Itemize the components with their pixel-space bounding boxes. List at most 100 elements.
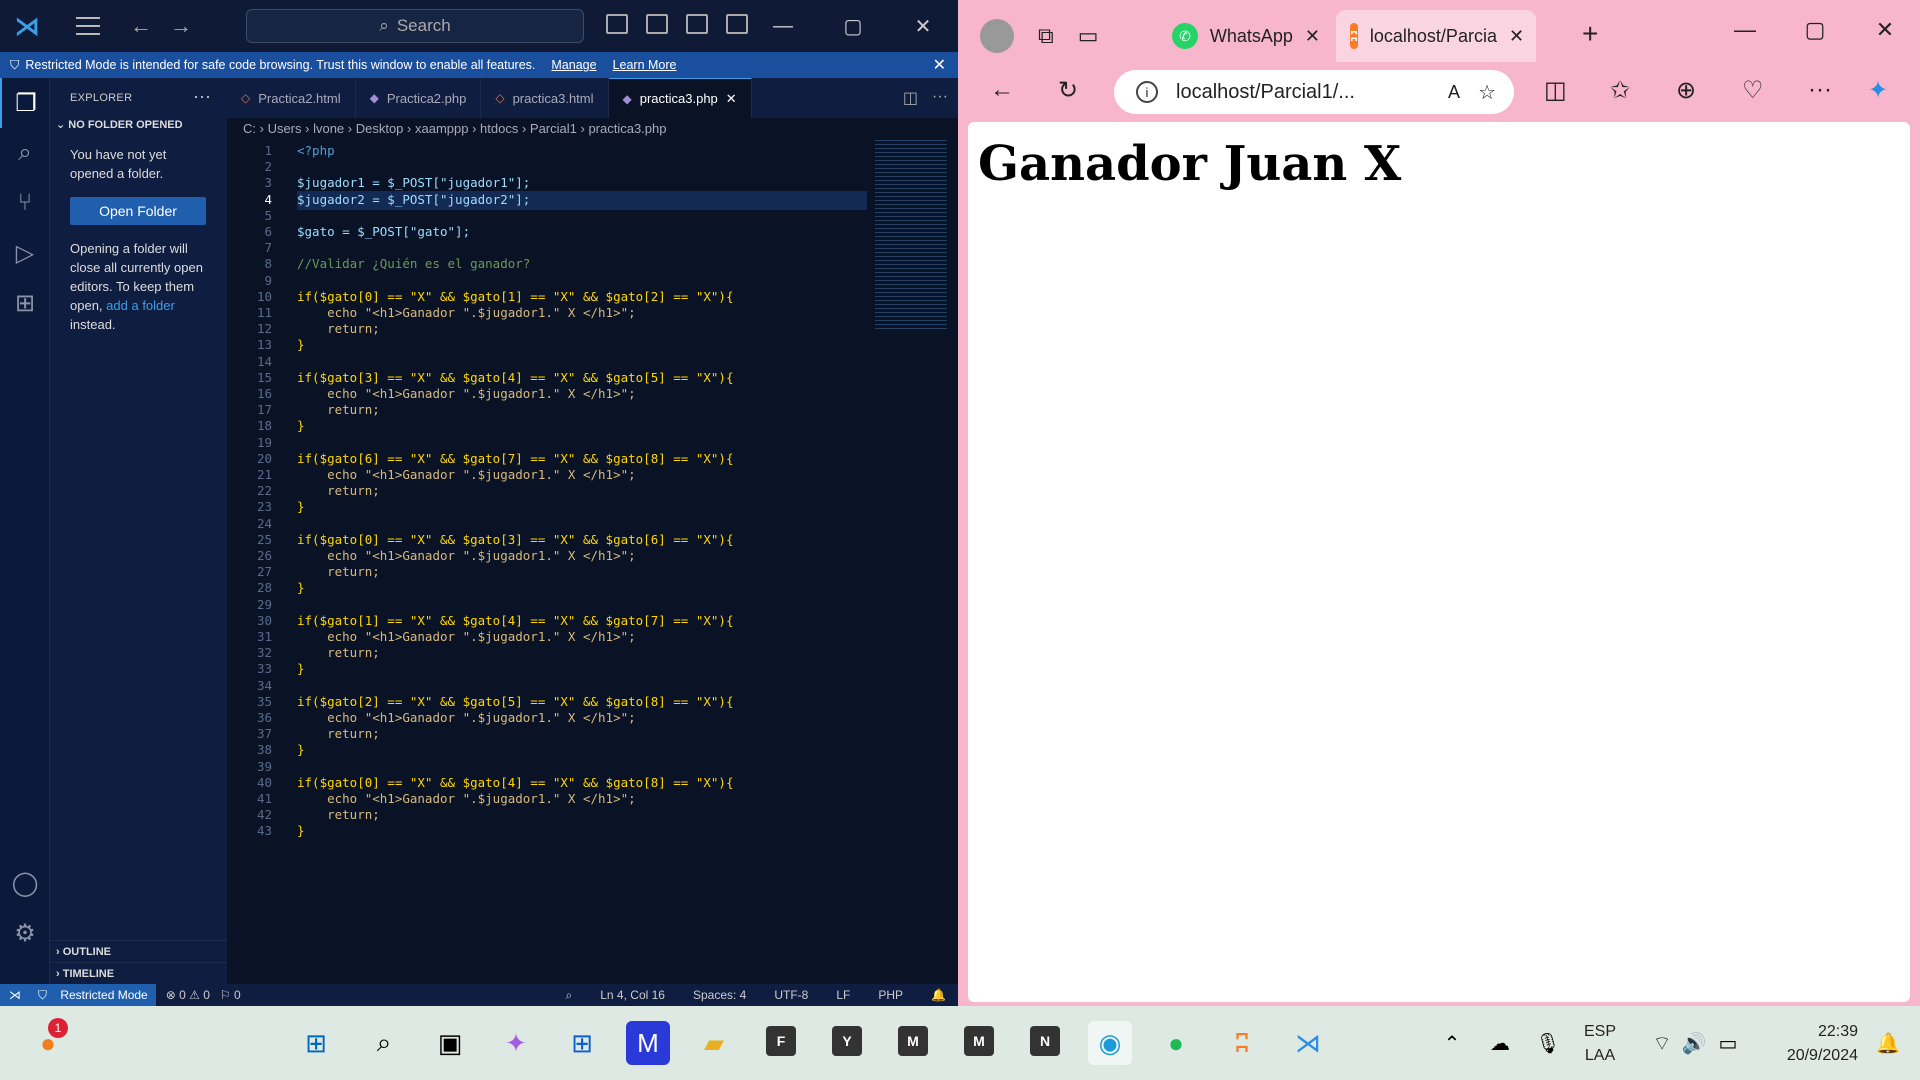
site-info-icon[interactable]: i <box>1136 81 1158 103</box>
xampp-icon[interactable]: ʭ <box>1220 1021 1264 1065</box>
cursor-position[interactable]: Ln 4, Col 16 <box>600 988 665 1003</box>
spotify-icon[interactable]: ● <box>1154 1021 1198 1065</box>
command-search[interactable]: ⌕ Search <box>246 9 584 43</box>
code-editor[interactable]: 1 <?php 2 3 $jugador1 = $_POST["jugador1"]; 4… <box>227 140 867 984</box>
remote-icon[interactable]: ⋊ <box>0 984 30 1006</box>
notifications-bell-icon[interactable]: 🔔 <box>931 988 946 1003</box>
menu-icon[interactable] <box>76 17 100 35</box>
tab-actions-icon[interactable]: ▭ <box>1078 23 1099 49</box>
browser-essentials-icon[interactable]: ♡ <box>1742 76 1764 105</box>
back-arrow-icon[interactable]: ← <box>130 13 152 39</box>
more-actions-icon[interactable]: ··· <box>193 86 211 107</box>
new-tab-icon[interactable]: + <box>1582 18 1598 50</box>
explorer-icon[interactable]: ❐ <box>0 78 50 128</box>
toggle-secondary-sidebar-icon[interactable] <box>686 14 708 34</box>
favorites-icon[interactable]: ✩ <box>1610 76 1630 105</box>
app-m-icon[interactable]: M <box>898 1026 928 1056</box>
accounts-icon[interactable]: ◯ <box>0 858 50 908</box>
microphone-icon[interactable]: 🎙 <box>1526 1021 1570 1065</box>
toggle-sidebar-icon[interactable] <box>606 14 628 34</box>
add-folder-link[interactable]: add a folder <box>106 298 175 313</box>
refresh-icon[interactable]: ↻ <box>1058 76 1078 105</box>
timeline-section[interactable]: › TIMELINE <box>50 962 227 984</box>
zoom-icon[interactable]: ⌕ <box>566 988 573 1003</box>
app-y-icon[interactable]: Y <box>832 1026 862 1056</box>
close-tab-icon[interactable]: ✕ <box>1509 26 1524 47</box>
editor-tab-practica3-php[interactable]: ◆ practica3.php ✕ <box>608 78 752 118</box>
restricted-mode-status[interactable]: ⛉ Restricted Mode <box>30 984 156 1006</box>
maximize-button[interactable]: ▢ <box>1780 0 1850 60</box>
settings-gear-icon[interactable]: ⚙ <box>0 908 50 958</box>
workspaces-icon[interactable]: ⧉ <box>1038 23 1054 49</box>
toggle-panel-icon[interactable] <box>646 14 668 34</box>
clock[interactable]: 22:39 20/9/2024 <box>1787 1020 1858 1068</box>
outline-section[interactable]: › OUTLINE <box>50 940 227 962</box>
extensions-icon[interactable]: ⊞ <box>0 278 50 328</box>
indentation[interactable]: Spaces: 4 <box>693 988 746 1003</box>
breadcrumb-item[interactable]: htdocs <box>480 121 518 136</box>
breadcrumb-item[interactable]: lvone <box>313 121 344 136</box>
search-view-icon[interactable]: ⌕ <box>0 128 50 178</box>
encoding[interactable]: UTF-8 <box>774 988 808 1003</box>
forward-arrow-icon[interactable]: → <box>170 13 192 39</box>
close-banner-icon[interactable]: ✕ <box>933 55 946 75</box>
copilot-icon[interactable]: ✦ <box>1868 76 1888 105</box>
source-control-icon[interactable]: ⑂ <box>0 178 50 228</box>
collections-icon[interactable]: ⊕ <box>1676 76 1696 105</box>
problems-status[interactable]: ⊗ 0 ⚠ 0 <box>166 988 210 1002</box>
vscode-icon[interactable]: ⋊ <box>1286 1021 1330 1065</box>
show-hidden-icons[interactable]: ⌃ <box>1430 1021 1474 1065</box>
battery-icon[interactable]: ▭ <box>1706 1021 1750 1065</box>
editor-tab-practica3-html[interactable]: ◇ practica3.html <box>481 78 609 118</box>
tab-whatsapp[interactable]: ✆ WhatsApp ✕ <box>1158 10 1334 62</box>
split-editor-icon[interactable]: ◫ <box>903 88 918 108</box>
app-n-icon[interactable]: N <box>1030 1026 1060 1056</box>
profile-avatar[interactable] <box>980 19 1014 53</box>
breadcrumb-item[interactable]: Desktop <box>356 121 404 136</box>
breadcrumb-item[interactable]: xaamppp <box>415 121 468 136</box>
search-icon[interactable]: ⌕ <box>362 1021 406 1065</box>
editor-tab-practica2-html[interactable]: ◇ Practica2.html <box>227 78 356 118</box>
language-mode[interactable]: PHP <box>878 988 903 1003</box>
breadcrumb-item[interactable]: practica3.php <box>588 121 666 136</box>
breadcrumb-item[interactable]: Parcial1 <box>530 121 577 136</box>
read-aloud-icon[interactable]: A <box>1448 82 1460 103</box>
split-screen-icon[interactable]: ◫ <box>1544 76 1567 105</box>
learn-more-link[interactable]: Learn More <box>613 58 677 72</box>
no-folder-section[interactable]: ⌄ NO FOLDER OPENED <box>50 118 227 131</box>
file-explorer-icon[interactable]: ▰ <box>692 1021 736 1065</box>
customize-layout-icon[interactable] <box>726 14 748 34</box>
notifications-bell-icon[interactable]: 🔔 <box>1866 1021 1910 1065</box>
address-bar[interactable]: i localhost/Parcial1/... A ☆ <box>1114 70 1514 114</box>
ports-status[interactable]: ⚐ 0 <box>220 988 241 1002</box>
onedrive-icon[interactable]: ☁ <box>1478 1021 1522 1065</box>
minimize-button[interactable]: — <box>748 0 818 52</box>
copilot-icon[interactable]: ✦ <box>494 1021 538 1065</box>
manage-link[interactable]: Manage <box>551 58 596 72</box>
breadcrumb-item[interactable]: C: <box>243 121 256 136</box>
app-icon[interactable]: M <box>626 1021 670 1065</box>
minimize-button[interactable]: — <box>1710 0 1780 60</box>
close-tab-icon[interactable]: ✕ <box>726 91 737 107</box>
settings-more-icon[interactable]: ··· <box>1808 76 1832 104</box>
end-of-line[interactable]: LF <box>836 988 850 1003</box>
language-indicator[interactable]: ESP LAA <box>1584 1020 1616 1068</box>
editor-tab-practica2-php[interactable]: ◆ Practica2.php <box>356 78 482 118</box>
back-icon[interactable]: ← <box>990 76 1014 104</box>
close-button[interactable]: ✕ <box>1850 0 1920 60</box>
task-view-icon[interactable]: ▣ <box>428 1021 472 1065</box>
close-button[interactable]: ✕ <box>888 0 958 52</box>
breadcrumb-item[interactable]: Users <box>268 121 302 136</box>
more-actions-icon[interactable]: ··· <box>932 88 948 108</box>
vscode-logo-icon[interactable]: ⋊ <box>12 11 42 41</box>
start-icon[interactable]: ⊞ <box>294 1021 338 1065</box>
minimap[interactable] <box>875 140 947 330</box>
open-folder-button[interactable]: Open Folder <box>70 197 206 225</box>
close-tab-icon[interactable]: ✕ <box>1305 26 1320 47</box>
run-debug-icon[interactable]: ▷ <box>0 228 50 278</box>
maximize-button[interactable]: ▢ <box>818 0 888 52</box>
tab-localhost[interactable]: ʭ localhost/Parcia ✕ <box>1336 10 1536 62</box>
edge-icon[interactable]: ◉ <box>1088 1021 1132 1065</box>
favorite-star-icon[interactable]: ☆ <box>1478 80 1496 105</box>
app-m2-icon[interactable]: M <box>964 1026 994 1056</box>
